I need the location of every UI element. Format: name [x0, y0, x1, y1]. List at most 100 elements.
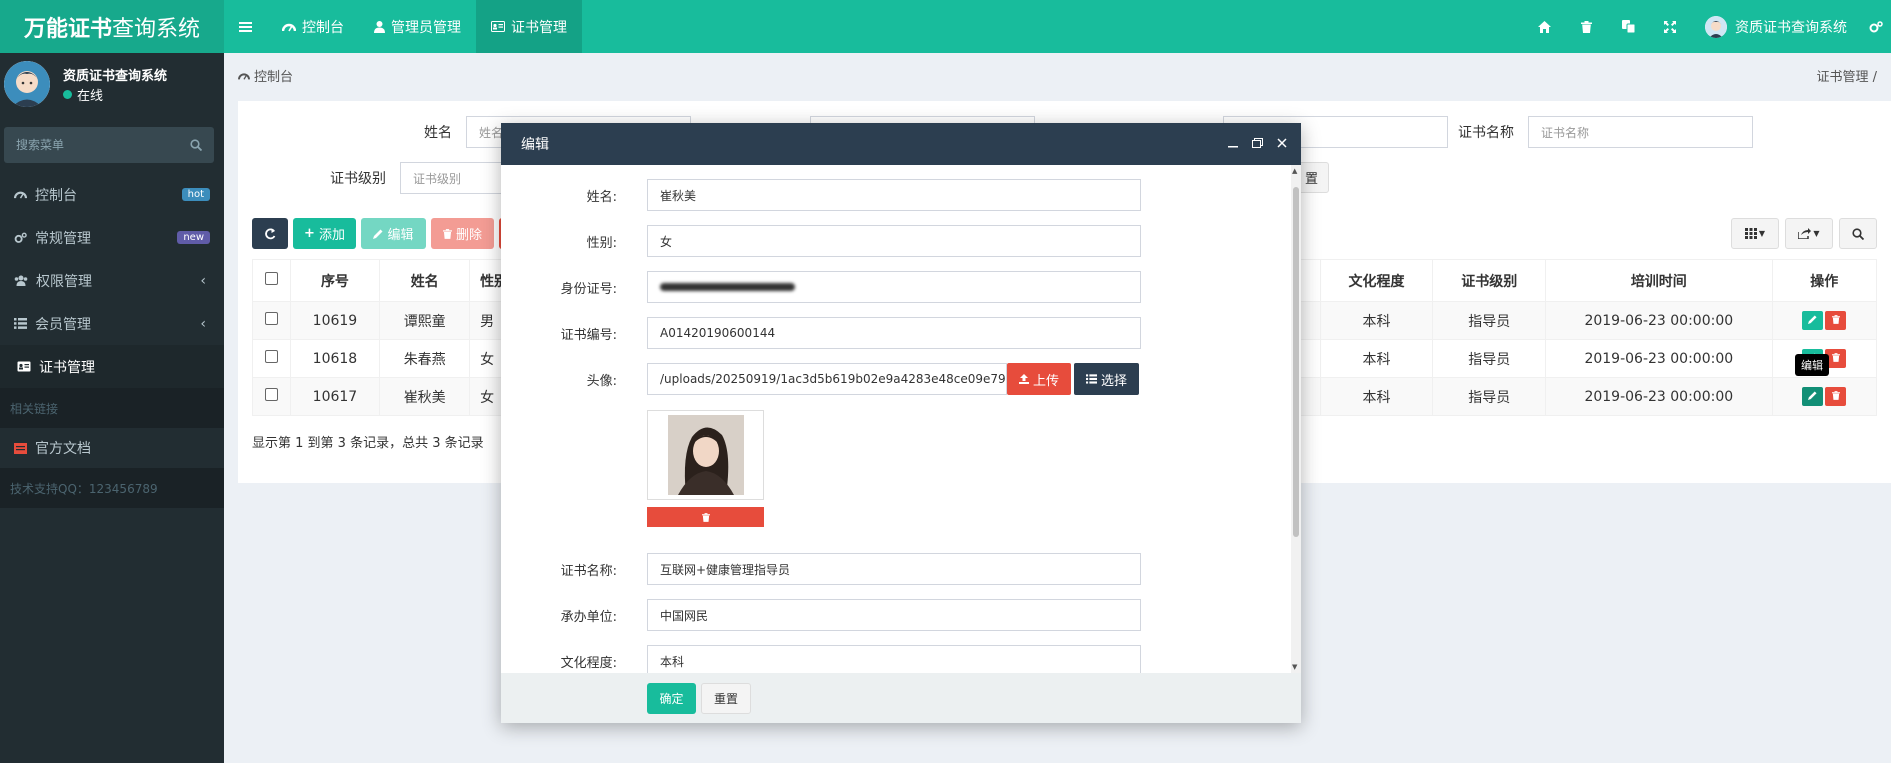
- row-checkbox[interactable]: [264, 312, 278, 325]
- app-logo[interactable]: 万能证书 查询系统: [0, 0, 224, 53]
- home-button[interactable]: [1523, 0, 1565, 53]
- pencil-icon: [373, 229, 383, 239]
- export-button[interactable]: ▼: [1785, 218, 1833, 249]
- pencil-icon: [1808, 391, 1817, 400]
- choose-button[interactable]: 选择: [1074, 363, 1140, 395]
- trash-icon: [1831, 315, 1840, 324]
- field-avatar-input[interactable]: /uploads/20250919/1ac3d5b619b02e9a4283e4…: [647, 363, 1007, 395]
- sidebar-item-certificate[interactable]: 证书管理: [0, 345, 224, 388]
- breadcrumb-home[interactable]: 控制台: [238, 66, 293, 85]
- field-gender-input[interactable]: 女: [647, 225, 1141, 257]
- trash-icon: [1831, 391, 1840, 400]
- language-button[interactable]: [1607, 0, 1649, 53]
- row-edit-button[interactable]: [1802, 387, 1824, 406]
- cell-time: 2019-06-23 00:00:00: [1545, 339, 1773, 378]
- search-icon[interactable]: [190, 139, 202, 151]
- settings-button[interactable]: [1861, 0, 1891, 53]
- sidebar-item-label: 证书管理: [39, 359, 95, 376]
- nav-admin-manage[interactable]: 管理员管理: [359, 0, 476, 53]
- field-idcard-input[interactable]: [647, 271, 1141, 303]
- field-certname-input[interactable]: 互联网+健康管理指导员: [647, 553, 1141, 585]
- col-header[interactable]: 序号: [289, 259, 381, 302]
- scroll-down-icon[interactable]: ▼: [1292, 663, 1297, 671]
- col-header[interactable]: 操作: [1771, 259, 1878, 302]
- scroll-thumb[interactable]: [1293, 187, 1299, 537]
- field-name-row: 姓名: 崔秋美: [501, 179, 1141, 211]
- edit-button[interactable]: 编辑: [361, 218, 426, 249]
- sidebar-item-label: 权限管理: [36, 273, 92, 290]
- cogs-icon: [14, 232, 27, 243]
- refresh-button[interactable]: [252, 218, 288, 249]
- cell-name: 崔秋美: [379, 377, 471, 416]
- col-header[interactable]: 文化程度: [1319, 259, 1434, 302]
- filter-level-input[interactable]: 证书级别: [400, 162, 510, 194]
- avatar-delete-button[interactable]: [647, 507, 764, 527]
- modal-scrollbar[interactable]: ▲ ▼: [1291, 165, 1301, 673]
- row-edit-button[interactable]: [1802, 311, 1824, 330]
- nav-cert-manage[interactable]: 证书管理: [476, 0, 582, 53]
- filter-cert-name-input[interactable]: 证书名称: [1528, 116, 1753, 148]
- close-icon: [1277, 137, 1287, 148]
- select-all-checkbox[interactable]: [264, 272, 278, 285]
- caret-down-icon: ▼: [1813, 229, 1820, 238]
- maximize-button[interactable]: [1252, 137, 1263, 152]
- field-certname-row: 证书名称: 互联网+健康管理指导员: [501, 553, 1141, 585]
- row-delete-button[interactable]: [1825, 311, 1847, 330]
- col-header[interactable]: 姓名: [379, 259, 471, 302]
- top-user-menu[interactable]: 资质证书查询系统: [1691, 0, 1861, 53]
- row-delete-button[interactable]: [1825, 387, 1847, 406]
- sidebar-toggle-button[interactable]: [224, 0, 267, 53]
- nav-admin-manage-label: 管理员管理: [391, 19, 461, 36]
- fullscreen-icon: [1664, 20, 1676, 33]
- confirm-button[interactable]: 确定: [647, 683, 696, 714]
- logo-bold: 万能证书: [23, 16, 112, 42]
- search-icon: [1852, 227, 1864, 240]
- menu-icon: [239, 21, 252, 32]
- grid-icon: [1744, 228, 1757, 239]
- col-header[interactable]: 培训时间: [1545, 259, 1773, 302]
- field-certname-label: 证书名称:: [560, 563, 617, 579]
- top-user-name: 资质证书查询系统: [1735, 19, 1847, 36]
- sidebar-item-docs[interactable]: 官方文档: [0, 428, 224, 468]
- breadcrumb-home-label: 控制台: [254, 70, 294, 85]
- sidebar-item-member[interactable]: 会员管理 ‹: [0, 302, 224, 345]
- clear-cache-button[interactable]: [1565, 0, 1607, 53]
- fullscreen-button[interactable]: [1649, 0, 1691, 53]
- upload-label: 上传: [1033, 373, 1060, 389]
- col-header[interactable]: 证书级别: [1432, 259, 1547, 302]
- sidebar-item-dashboard[interactable]: 控制台 hot: [0, 173, 224, 216]
- reset-button[interactable]: 重置: [701, 683, 751, 714]
- avatar-thumbnail[interactable]: [647, 410, 764, 500]
- add-button[interactable]: + 添加: [293, 218, 356, 249]
- close-button[interactable]: [1277, 137, 1287, 152]
- sidebar: 资质证书查询系统 在线 控制台 hot 常规管理 new 权限管理 ‹ 会员管理…: [0, 53, 224, 763]
- row-checkbox[interactable]: [264, 388, 278, 401]
- field-edu-input[interactable]: 本科: [647, 645, 1141, 673]
- nav-dashboard[interactable]: 控制台: [267, 0, 359, 53]
- field-name-input[interactable]: 崔秋美: [647, 179, 1141, 211]
- delete-button[interactable]: 删除: [431, 218, 494, 249]
- top-navbar: 万能证书 查询系统 控制台 管理员管理 证书管理 资质证书查询系统: [0, 0, 1891, 53]
- id-card-icon: [491, 21, 505, 32]
- row-checkbox[interactable]: [264, 350, 278, 363]
- delete-label: 删除: [455, 228, 482, 243]
- cell-ops: [1771, 301, 1878, 340]
- scroll-up-icon[interactable]: ▲: [1292, 167, 1297, 175]
- sidebar-search: [4, 127, 214, 163]
- minimize-icon: [1228, 145, 1238, 147]
- refresh-icon: [265, 227, 276, 239]
- sidebar-item-permission[interactable]: 权限管理 ‹: [0, 259, 224, 302]
- minimize-button[interactable]: [1228, 137, 1238, 152]
- columns-toggle-button[interactable]: ▼: [1731, 218, 1779, 249]
- upload-icon: [1019, 374, 1029, 384]
- sidebar-item-general[interactable]: 常规管理 new: [0, 216, 224, 259]
- field-certno-input[interactable]: A01420190600144: [647, 317, 1141, 349]
- cell-level: 指导员: [1432, 377, 1547, 416]
- search-toggle-button[interactable]: [1839, 218, 1877, 249]
- logo-light: 查询系统: [112, 16, 201, 42]
- upload-button[interactable]: 上传: [1007, 363, 1072, 395]
- sidebar-search-input[interactable]: [16, 138, 166, 152]
- field-unit-input[interactable]: 中国网民: [647, 599, 1141, 631]
- filter-cert-name-label: 证书名称: [1458, 125, 1514, 141]
- cell-id: 10617: [289, 377, 381, 416]
